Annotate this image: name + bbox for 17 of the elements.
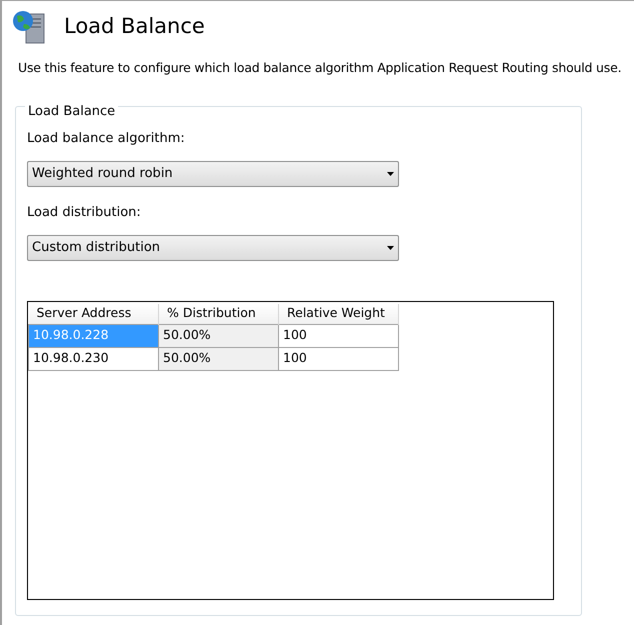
column-header[interactable]: Relative Weight xyxy=(278,304,398,324)
group-title: Load Balance xyxy=(28,104,116,119)
table-cell[interactable]: 50.00% xyxy=(158,324,278,347)
page-title: Load Balance xyxy=(64,13,205,40)
caret-icon xyxy=(387,172,394,176)
table-cell[interactable]: 100 xyxy=(278,347,398,370)
table-cell[interactable]: 50.00% xyxy=(158,347,278,370)
table-cell[interactable]: 100 xyxy=(278,324,398,347)
column-header[interactable]: Server Address xyxy=(28,304,158,324)
dropdown[interactable]: Custom distribution xyxy=(27,235,399,261)
column-header[interactable]: % Distribution xyxy=(158,304,278,324)
field-label: Load balance algorithm: xyxy=(27,130,186,148)
description-text: Use this feature to configure which load balance algorithm Application Request Routing should use. xyxy=(18,59,622,77)
caret-icon xyxy=(387,246,394,250)
field-label: Load distribution: xyxy=(27,204,142,222)
dropdown[interactable]: Weighted round robin xyxy=(27,161,399,187)
table-cell[interactable]: 10.98.0.230 xyxy=(28,347,158,370)
